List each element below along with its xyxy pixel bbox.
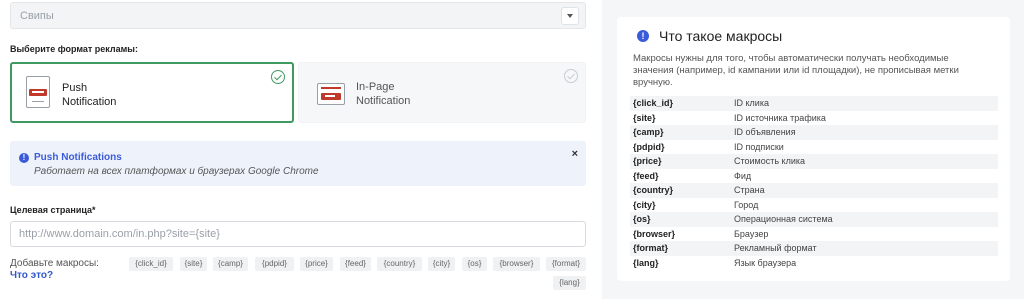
macro-key: {country} bbox=[633, 185, 674, 196]
macro-key: {city} bbox=[633, 199, 656, 210]
format-option-inpage[interactable]: In-Page Notification bbox=[298, 62, 586, 123]
macro-key: {pdpid} bbox=[633, 141, 665, 152]
table-row: {lang} Язык браузера bbox=[630, 256, 998, 271]
info-subtitle: Работает на всех платформах и браузерах … bbox=[34, 166, 319, 177]
macro-chip-pdpid[interactable]: {pdpid} bbox=[255, 257, 294, 271]
select-value: Свипы bbox=[20, 10, 54, 22]
macro-value: Рекламный формат bbox=[734, 243, 817, 254]
format-option-push-label: Push Notification bbox=[62, 82, 117, 108]
target-page-label: Целевая страница* bbox=[10, 205, 96, 215]
table-row: {pdpid} ID подписки bbox=[630, 140, 998, 155]
macro-key: {site} bbox=[633, 112, 656, 123]
info-icon: ! bbox=[19, 153, 29, 163]
macro-value: Страна bbox=[734, 185, 765, 196]
macro-chip-camp[interactable]: {camp} bbox=[213, 257, 248, 271]
push-notification-icon bbox=[26, 76, 50, 108]
panel-title: Что такое макросы bbox=[659, 28, 783, 44]
add-macros-label: Добавьте макросы: bbox=[10, 258, 99, 269]
macro-value: Операционная система bbox=[734, 214, 833, 225]
macro-key: {feed} bbox=[633, 170, 659, 181]
macro-chip-click-id[interactable]: {click_id} bbox=[129, 257, 173, 271]
macro-value: Фид bbox=[734, 170, 752, 181]
info-title: Push Notifications bbox=[34, 152, 122, 163]
check-circle-icon bbox=[271, 70, 285, 84]
info-icon: ! bbox=[637, 30, 649, 42]
format-option-inpage-label: In-Page Notification bbox=[356, 81, 411, 107]
macro-chip-browser[interactable]: {browser} bbox=[493, 257, 540, 271]
macro-key: {price} bbox=[633, 156, 662, 167]
macro-key: {os} bbox=[633, 214, 651, 225]
campaign-type-select[interactable]: Свипы bbox=[10, 2, 586, 29]
macro-value: Язык браузера bbox=[734, 257, 797, 268]
macro-key: {format} bbox=[633, 243, 669, 254]
table-row: {os} Операционная система bbox=[630, 212, 998, 227]
table-row: {browser} Браузер bbox=[630, 227, 998, 242]
macro-chip-price[interactable]: {price} bbox=[300, 257, 333, 271]
macro-chip-feed[interactable]: {feed} bbox=[340, 257, 371, 271]
table-row: {country} Страна bbox=[630, 183, 998, 198]
table-row: {click_id} ID клика bbox=[630, 96, 998, 111]
chevron-down-icon[interactable] bbox=[561, 7, 579, 25]
table-row: {site} ID источника трафика bbox=[630, 111, 998, 126]
macro-value: ID объявления bbox=[734, 127, 796, 138]
format-option-push[interactable]: Push Notification bbox=[10, 62, 294, 123]
macro-chip-os[interactable]: {os} bbox=[462, 257, 487, 271]
macro-key: {click_id} bbox=[633, 98, 674, 109]
macro-chip-site[interactable]: {site} bbox=[180, 257, 207, 271]
macro-value: ID клика bbox=[734, 98, 769, 109]
table-row: {feed} Фид bbox=[630, 169, 998, 184]
macro-value: ID источника трафика bbox=[734, 112, 826, 123]
macro-chip-city[interactable]: {city} bbox=[428, 257, 455, 271]
inpage-notification-icon bbox=[317, 83, 345, 105]
macros-help-card: ! Что такое макросы Макросы нужны для то… bbox=[617, 17, 1010, 281]
macro-key: {camp} bbox=[633, 127, 664, 138]
macro-key: {lang} bbox=[633, 257, 659, 268]
macro-chip-lang[interactable]: {lang} bbox=[553, 276, 586, 290]
table-row: {format} Рекламный формат bbox=[630, 241, 998, 256]
panel-description: Макросы нужны для того, чтобы автоматиче… bbox=[633, 53, 959, 88]
check-circle-icon bbox=[564, 69, 578, 83]
target-url-input[interactable] bbox=[10, 221, 586, 247]
macro-key: {browser} bbox=[633, 228, 676, 239]
macro-value: Город bbox=[734, 199, 759, 210]
what-is-this-link[interactable]: Что это? bbox=[10, 270, 53, 281]
table-row: {city} Город bbox=[630, 198, 998, 213]
macro-value: Браузер bbox=[734, 228, 769, 239]
macro-value: ID подписки bbox=[734, 141, 784, 152]
macro-chip-country[interactable]: {country} bbox=[377, 257, 422, 271]
macros-table: {click_id} ID клика {site} ID источника тр… bbox=[630, 96, 998, 270]
close-icon[interactable]: × bbox=[572, 148, 578, 160]
info-alert: ! Push Notifications Работает на всех пл… bbox=[10, 141, 586, 186]
table-row: {price} Стоимость клика bbox=[630, 154, 998, 169]
macro-value: Стоимость клика bbox=[734, 156, 806, 167]
table-row: {camp} ID объявления bbox=[630, 125, 998, 140]
format-label: Выберите формат рекламы: bbox=[10, 44, 138, 54]
macro-chip-format[interactable]: {format} bbox=[546, 257, 586, 271]
